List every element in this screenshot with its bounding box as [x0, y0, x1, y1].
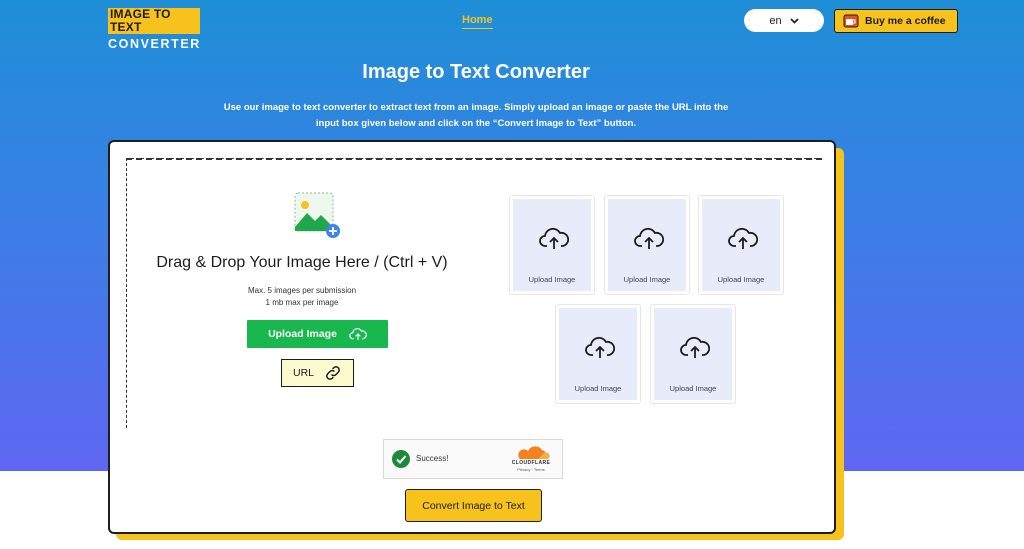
cloud-upload-icon	[539, 227, 569, 249]
upload-slot-1[interactable]: Upload Image	[509, 195, 595, 295]
logo-top-text: IMAGE TO TEXT	[108, 8, 200, 34]
upload-slot-label: Upload Image	[574, 384, 622, 393]
cloud-upload-icon	[349, 328, 367, 340]
upload-slot-label: Upload Image	[623, 275, 671, 284]
check-icon	[392, 450, 410, 468]
convert-button[interactable]: Convert Image to Text	[405, 489, 542, 522]
captcha-widget[interactable]: Success! CLOUDFLARE Privacy · Terms	[383, 439, 563, 479]
upload-slot-2[interactable]: Upload Image	[604, 195, 690, 295]
cloudflare-wordmark: CLOUDFLARE	[511, 460, 551, 466]
converter-card: Drag & Drop Your Image Here / (Ctrl + V)…	[108, 140, 836, 534]
logo-bottom-text: CONVERTER	[108, 37, 201, 51]
page-title: Image to Text Converter	[362, 61, 590, 83]
image-add-icon	[294, 192, 340, 238]
limit-line-2: 1 mb max per image	[265, 298, 339, 307]
language-select[interactable]: en	[744, 9, 824, 32]
upload-slot-5[interactable]: Upload Image	[650, 304, 736, 404]
captcha-status: Success!	[416, 454, 449, 463]
upload-slot-label: Upload Image	[717, 275, 765, 284]
coffee-cup-icon	[843, 14, 859, 28]
drop-title: Drag & Drop Your Image Here / (Ctrl + V)	[156, 254, 448, 271]
language-value: en	[769, 14, 782, 27]
cloudflare-cloud-icon	[518, 446, 550, 459]
cloud-upload-icon	[585, 336, 615, 358]
privacy-link[interactable]: Privacy	[517, 467, 530, 472]
upload-slot-4[interactable]: Upload Image	[555, 304, 641, 404]
buy-coffee-button[interactable]: Buy me a coffee	[834, 9, 958, 33]
page-description: Use our image to text converter to extra…	[223, 102, 729, 129]
nav-home-link[interactable]: Home	[462, 14, 493, 29]
buy-coffee-label: Buy me a coffee	[865, 15, 946, 27]
cloud-upload-icon	[634, 227, 664, 249]
upload-limits: Max. 5 images per submission 1 mb max pe…	[127, 285, 477, 309]
upload-slot-3[interactable]: Upload Image	[698, 195, 784, 295]
link-icon	[326, 366, 340, 380]
cloud-upload-icon	[728, 227, 758, 249]
cloudflare-logo: CLOUDFLARE Privacy · Terms	[506, 446, 556, 474]
chevron-down-icon	[789, 17, 799, 24]
site-logo[interactable]: IMAGE TO TEXT CONVERTER	[108, 8, 200, 51]
terms-link[interactable]: Terms	[534, 467, 545, 472]
upload-image-label: Upload Image	[268, 328, 337, 340]
url-label: URL	[292, 367, 314, 379]
captcha-links: Privacy · Terms	[506, 467, 556, 472]
upload-image-button[interactable]: Upload Image	[247, 320, 388, 348]
upload-slot-label: Upload Image	[669, 384, 717, 393]
limit-line-1: Max. 5 images per submission	[247, 286, 357, 295]
cloud-upload-icon	[680, 336, 710, 358]
url-button[interactable]: URL	[281, 359, 354, 387]
upload-slot-label: Upload Image	[528, 275, 576, 284]
